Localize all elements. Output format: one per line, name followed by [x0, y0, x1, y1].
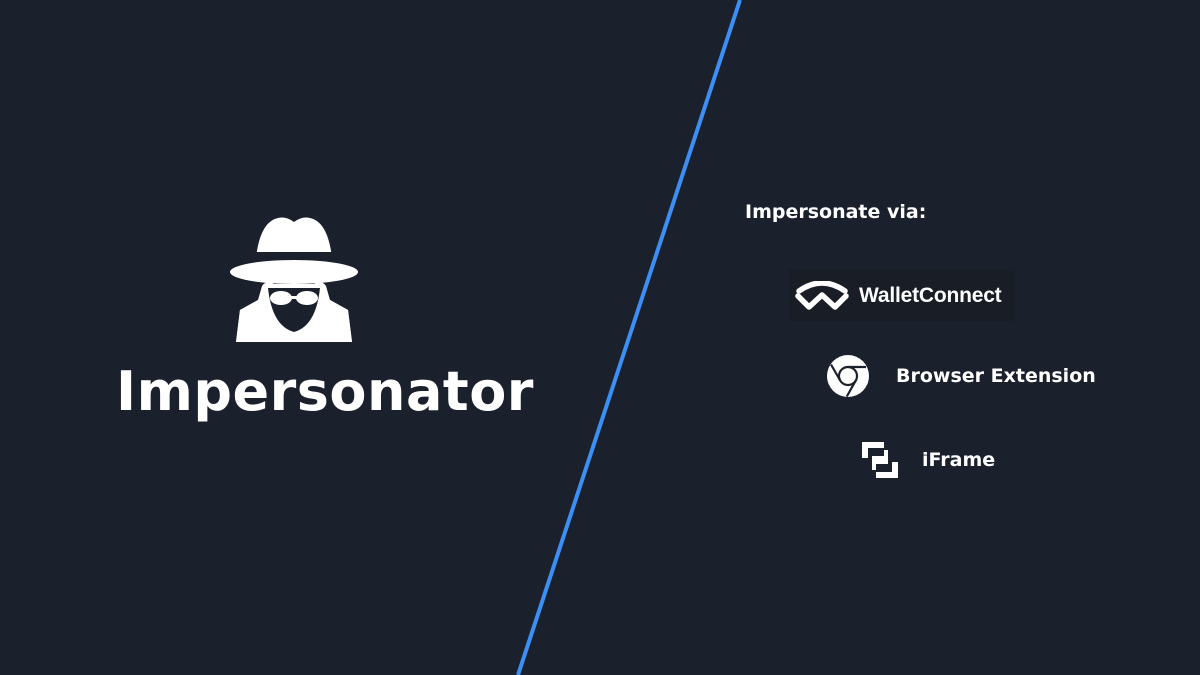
method-browser-extension: Browser Extension: [826, 354, 1096, 398]
banner: Impersonator Impersonate via: WalletConn…: [0, 0, 1200, 675]
spy-icon: [230, 217, 358, 342]
walletconnect-label: WalletConnect: [859, 284, 1002, 307]
walletconnect-icon: [795, 281, 849, 310]
iframe-icon: [862, 442, 898, 478]
method-iframe: iFrame: [858, 438, 995, 482]
chrome-icon: [827, 355, 869, 398]
iframe-label: iFrame: [922, 449, 996, 471]
methods-heading: Impersonate via:: [745, 201, 927, 223]
browser-extension-label: Browser Extension: [896, 365, 1096, 387]
brand-name: Impersonator: [116, 360, 534, 423]
walletconnect-badge: WalletConnect: [789, 269, 1015, 321]
diagonal-divider: [516, 0, 742, 675]
